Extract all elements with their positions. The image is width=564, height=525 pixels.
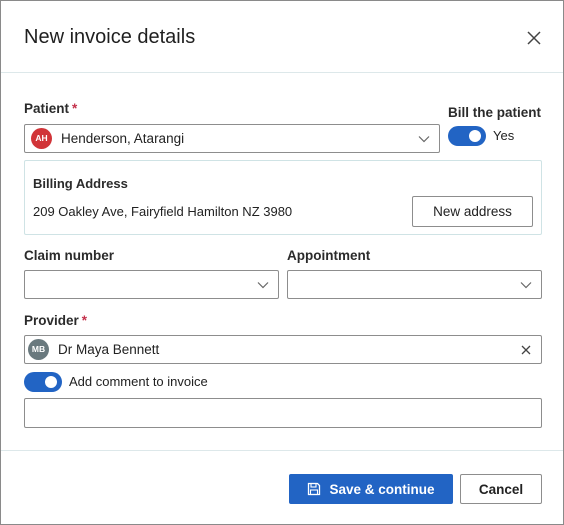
billing-address-card: Billing Address 209 Oakley Ave, Fairyfie… bbox=[24, 160, 542, 235]
appointment-label: Appointment bbox=[287, 248, 371, 263]
patient-value: Henderson, Atarangi bbox=[61, 131, 185, 146]
footer-divider bbox=[1, 450, 563, 451]
patient-avatar: AH bbox=[31, 128, 52, 149]
required-mark: * bbox=[81, 313, 88, 328]
clear-icon[interactable] bbox=[521, 345, 531, 355]
patient-select[interactable]: AH Henderson, Atarangi bbox=[24, 124, 440, 153]
bill-patient-label: Bill the patient bbox=[448, 105, 542, 120]
new-address-button[interactable]: New address bbox=[412, 196, 533, 227]
chevron-down-icon bbox=[418, 136, 430, 143]
add-comment-toggle[interactable] bbox=[24, 372, 62, 392]
provider-select[interactable]: MB Dr Maya Bennett bbox=[24, 335, 542, 364]
patient-label: Patient * bbox=[24, 101, 78, 116]
chevron-down-icon bbox=[257, 282, 269, 289]
save-icon bbox=[308, 482, 321, 496]
claim-number-select[interactable] bbox=[24, 270, 279, 299]
bill-patient-state: Yes bbox=[493, 128, 515, 143]
toggle-knob bbox=[469, 130, 481, 142]
required-mark: * bbox=[72, 101, 78, 116]
appointment-select[interactable] bbox=[287, 270, 542, 299]
add-comment-label: Add comment to invoice bbox=[69, 374, 208, 389]
toggle-knob bbox=[45, 376, 57, 388]
provider-value: Dr Maya Bennett bbox=[58, 342, 160, 357]
new-invoice-dialog: New invoice details Patient * AH Henderso… bbox=[0, 0, 564, 525]
dialog-title: New invoice details bbox=[24, 26, 196, 48]
dialog-header: New invoice details bbox=[1, 1, 563, 73]
save-continue-button[interactable]: Save & continue bbox=[289, 474, 453, 504]
comment-input[interactable] bbox=[24, 398, 542, 428]
save-continue-label: Save & continue bbox=[329, 481, 435, 497]
billing-address-heading: Billing Address bbox=[33, 176, 128, 191]
claim-number-label: Claim number bbox=[24, 248, 115, 263]
close-icon[interactable] bbox=[525, 29, 543, 47]
bill-patient-toggle[interactable] bbox=[448, 126, 486, 146]
cancel-button[interactable]: Cancel bbox=[460, 474, 542, 504]
billing-address-text: 209 Oakley Ave, Fairyfield Hamilton NZ 3… bbox=[33, 204, 293, 219]
provider-label: Provider * bbox=[24, 313, 88, 328]
provider-avatar: MB bbox=[28, 339, 49, 360]
chevron-down-icon bbox=[520, 282, 532, 289]
